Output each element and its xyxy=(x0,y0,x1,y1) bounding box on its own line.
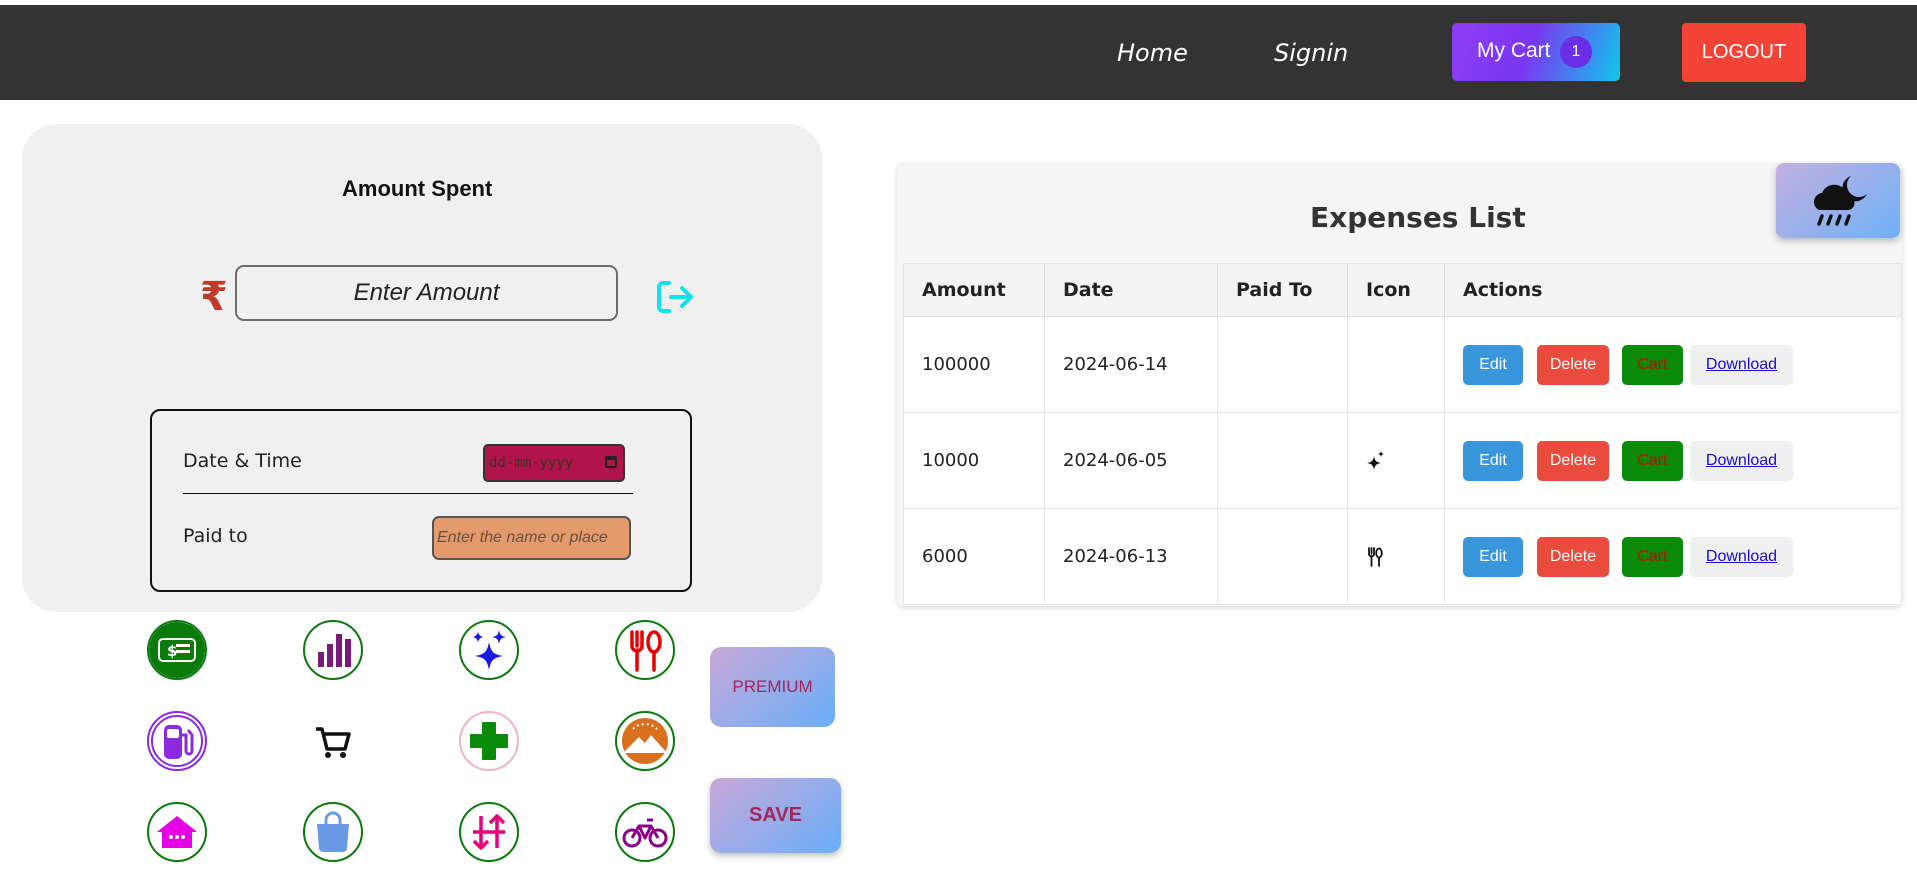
paid-to-label: Paid to xyxy=(183,525,248,547)
mountain-icon xyxy=(622,718,668,764)
header-actions: Actions xyxy=(1444,263,1902,317)
add-to-cart-button[interactable]: Cart xyxy=(1622,536,1683,577)
sparkles-icon xyxy=(473,630,506,670)
cart-count-badge: 1 xyxy=(1560,36,1592,68)
shopping-cart-icon xyxy=(316,727,351,758)
category-food-button[interactable] xyxy=(615,620,675,680)
header-paid-to: Paid To xyxy=(1217,263,1348,317)
edit-button[interactable]: Edit xyxy=(1463,440,1523,481)
category-travel-button[interactable] xyxy=(615,711,675,771)
category-transfer-button[interactable] xyxy=(459,802,519,862)
cell-actions: Edit Delete Cart Download xyxy=(1444,316,1902,413)
bicycle-icon xyxy=(622,818,668,848)
cell-amount: 6000 xyxy=(903,508,1045,605)
amount-card-title: Amount Spent xyxy=(342,176,493,201)
premium-button[interactable]: PREMIUM xyxy=(710,647,835,727)
delete-button[interactable]: Delete xyxy=(1537,536,1609,577)
add-to-cart-button[interactable]: Cart xyxy=(1622,344,1683,385)
cell-actions: Edit Delete Cart Download xyxy=(1444,412,1902,509)
expense-details-box xyxy=(150,409,692,592)
expenses-table: Amount Date Paid To Icon Actions 100000 … xyxy=(903,263,1902,605)
shopping-bag-icon xyxy=(317,811,349,852)
restaurant-icon xyxy=(1368,547,1383,567)
my-cart-button[interactable]: My Cart 1 xyxy=(1452,23,1620,81)
table-row: 100000 2024-06-14 Edit Delete Cart Download xyxy=(903,316,1902,413)
download-button[interactable]: Download xyxy=(1690,536,1793,577)
date-time-label: Date & Time xyxy=(183,450,302,472)
edit-button[interactable]: Edit xyxy=(1463,536,1523,577)
cell-icon xyxy=(1347,508,1445,605)
fuel-icon xyxy=(151,715,203,767)
bar-chart-icon xyxy=(318,634,351,667)
sparkles-icon xyxy=(1367,450,1384,470)
expenses-title: Expenses List xyxy=(1310,201,1526,234)
category-bicycle-button[interactable] xyxy=(615,802,675,862)
category-charts-button[interactable] xyxy=(303,620,363,680)
category-money-button[interactable]: $ xyxy=(147,620,207,680)
cell-paid-to xyxy=(1217,508,1348,605)
svg-text:$: $ xyxy=(167,642,177,660)
edit-button[interactable]: Edit xyxy=(1463,344,1523,385)
amount-input[interactable] xyxy=(235,265,618,321)
nav-signin-link[interactable]: Signin xyxy=(1274,36,1348,70)
category-sparkles-button[interactable] xyxy=(459,620,519,680)
cell-date: 2024-06-13 xyxy=(1044,508,1218,605)
cart-label: My Cart xyxy=(1477,39,1551,62)
details-divider xyxy=(183,493,633,494)
header-date: Date xyxy=(1044,263,1218,317)
table-row: 10000 2024-06-05 Edit Delete Cart Download xyxy=(903,412,1902,509)
date-placeholder: dd-mm-yyyy xyxy=(489,455,574,471)
download-button[interactable]: Download xyxy=(1690,344,1793,385)
logout-button[interactable]: LOGOUT xyxy=(1682,23,1806,82)
money-icon: $ xyxy=(149,622,205,678)
house-icon xyxy=(157,816,197,848)
table-header-row: Amount Date Paid To Icon Actions xyxy=(903,263,1902,317)
category-shopping-cart-button[interactable] xyxy=(303,711,363,771)
cell-paid-to xyxy=(1217,316,1348,413)
table-row: 6000 2024-06-13 Edit Delete Cart Download xyxy=(903,508,1902,605)
paid-to-input[interactable] xyxy=(432,516,631,560)
cell-amount: 10000 xyxy=(903,412,1045,509)
category-home-button[interactable] xyxy=(147,802,207,862)
category-medical-button[interactable] xyxy=(459,711,519,771)
category-fuel-button[interactable] xyxy=(147,711,207,771)
header-amount: Amount xyxy=(903,263,1045,317)
cell-paid-to xyxy=(1217,412,1348,509)
theme-toggle-button[interactable] xyxy=(1776,163,1900,238)
weather-night-rain-icon xyxy=(1814,175,1867,226)
cell-actions: Edit Delete Cart Download xyxy=(1444,508,1902,605)
cell-icon xyxy=(1347,316,1445,413)
medical-cross-icon xyxy=(470,722,508,760)
date-input[interactable]: dd-mm-yyyy xyxy=(483,444,625,482)
restaurant-icon xyxy=(630,630,662,672)
rupee-icon: ₹ xyxy=(200,274,228,320)
delete-button[interactable]: Delete xyxy=(1537,344,1609,385)
download-button[interactable]: Download xyxy=(1690,440,1793,481)
add-to-cart-button[interactable]: Cart xyxy=(1622,440,1683,481)
cell-amount: 100000 xyxy=(903,316,1045,413)
cell-date: 2024-06-05 xyxy=(1044,412,1218,509)
nav-home-link[interactable]: Home xyxy=(1117,36,1188,70)
cell-date: 2024-06-14 xyxy=(1044,316,1218,413)
cell-icon xyxy=(1347,412,1445,509)
header-icon: Icon xyxy=(1347,263,1445,317)
calendar-icon[interactable] xyxy=(605,456,617,468)
save-button[interactable]: SAVE xyxy=(710,778,841,853)
category-shopping-bag-button[interactable] xyxy=(303,802,363,862)
top-navbar xyxy=(0,5,1917,100)
submit-amount-icon[interactable] xyxy=(655,277,697,317)
transfer-arrows-icon xyxy=(472,814,506,850)
delete-button[interactable]: Delete xyxy=(1537,440,1609,481)
